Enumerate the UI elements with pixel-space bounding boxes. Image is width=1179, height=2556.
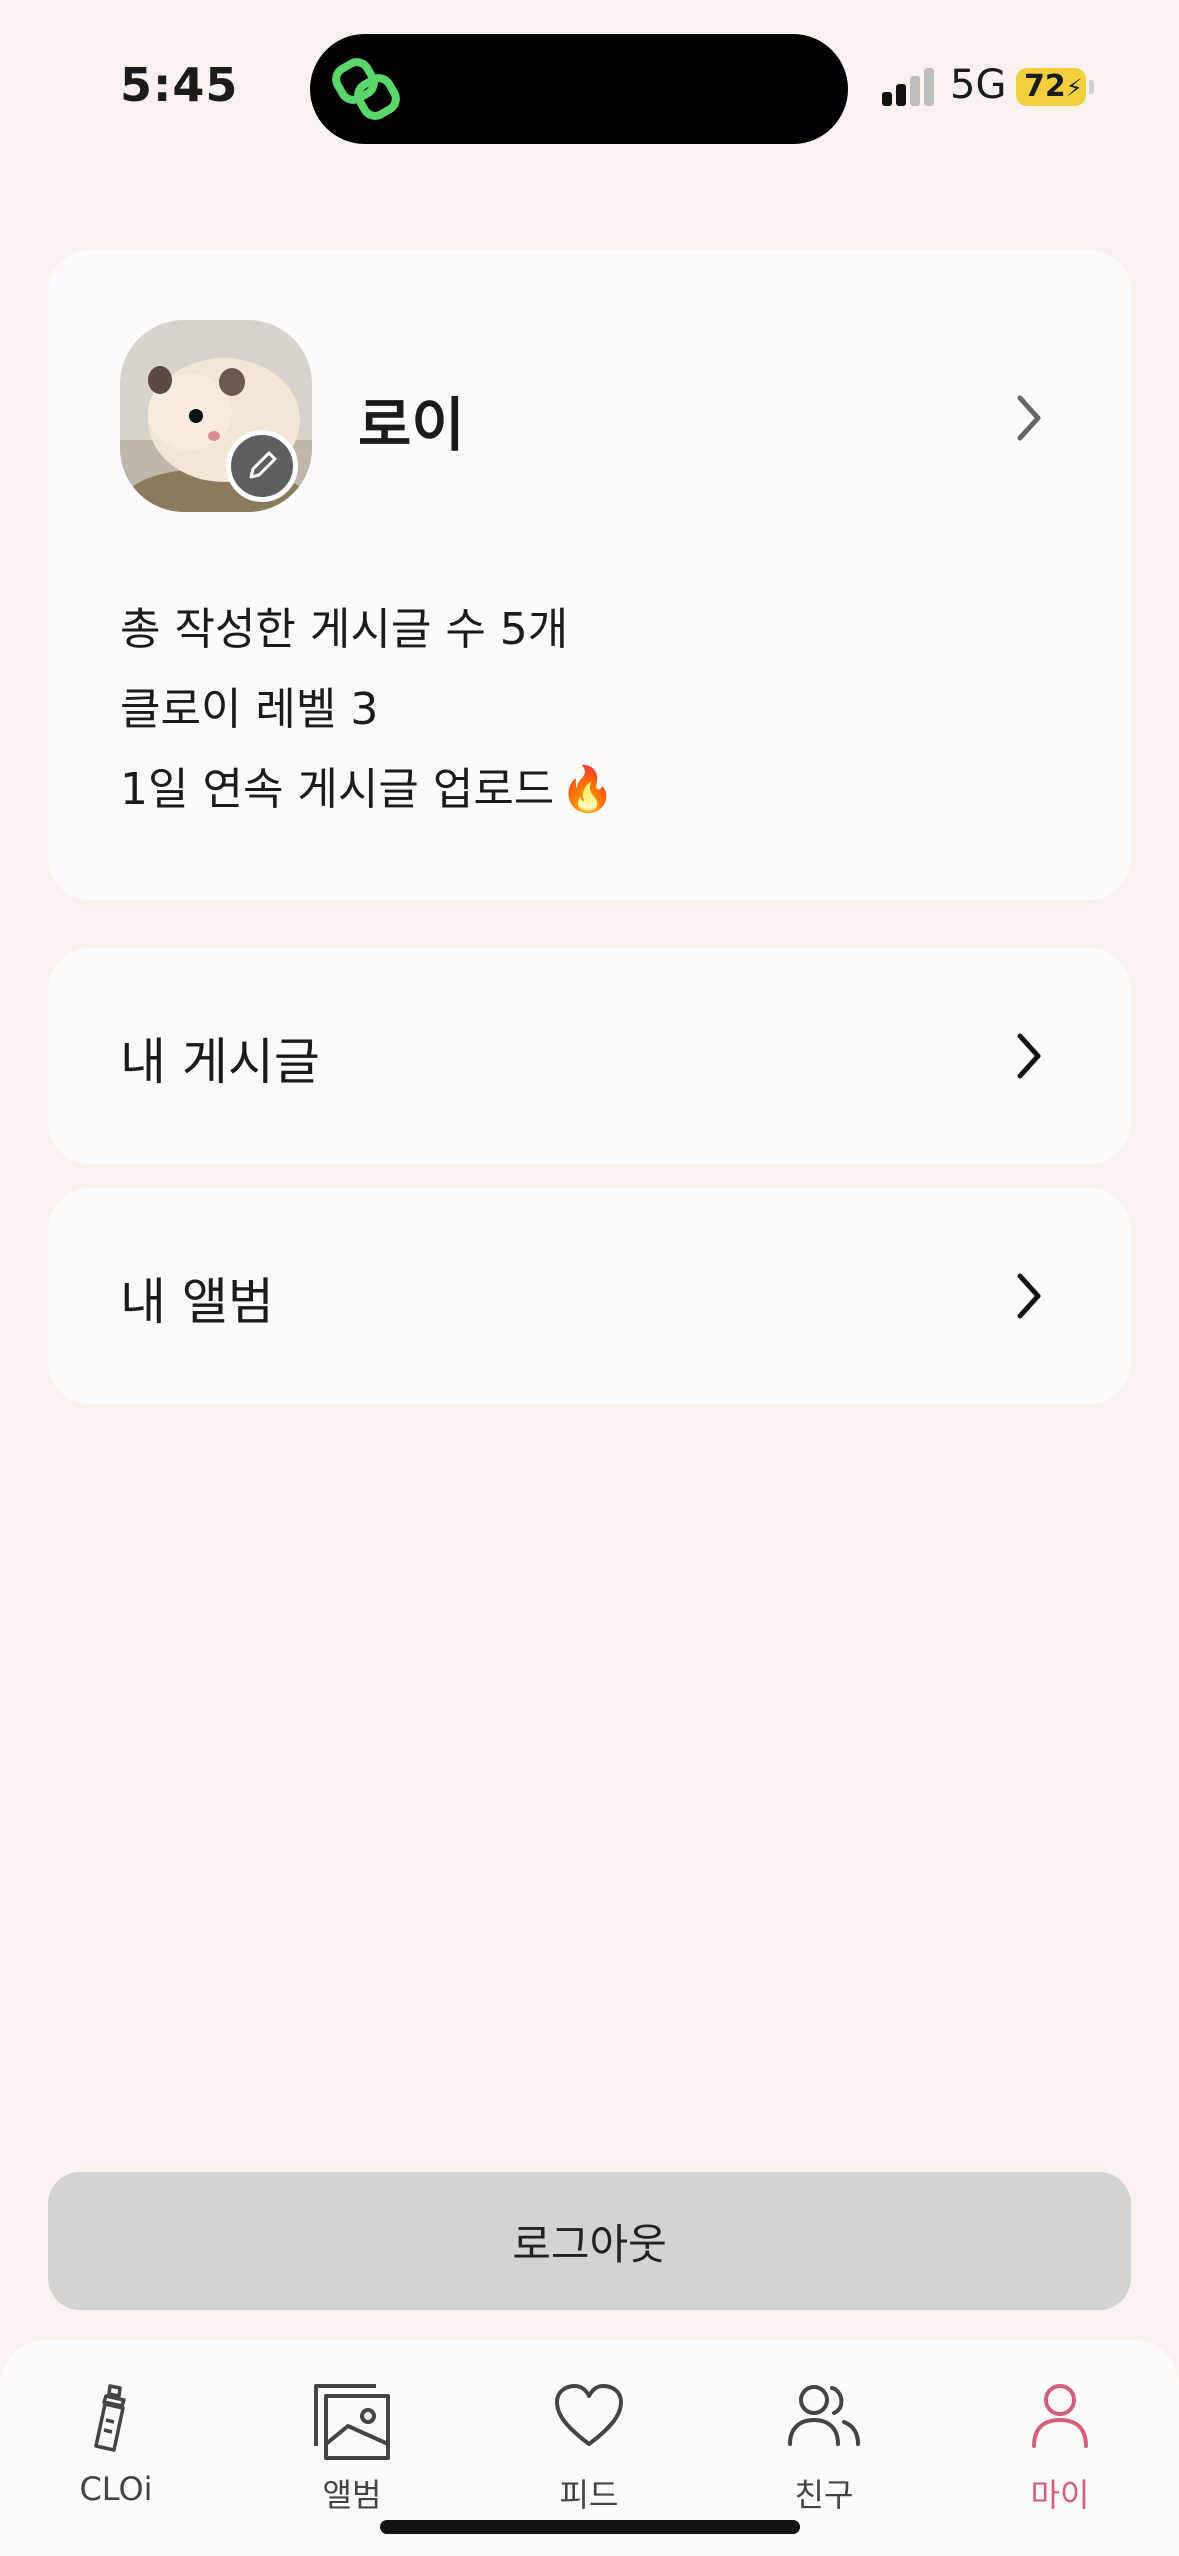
tab-cloi[interactable]: CLOi: [26, 2340, 206, 2556]
album-icon: [314, 2384, 390, 2460]
tab-label: 마이: [1030, 2476, 1090, 2514]
battery-charging-icon: 72⚡: [1016, 68, 1086, 106]
pencil-icon: [249, 451, 277, 479]
edit-avatar-button[interactable]: [226, 430, 298, 502]
battery-tip: [1089, 80, 1094, 94]
tab-label: CLOi: [79, 2470, 153, 2508]
bolt-glyph: ⚡: [1065, 74, 1083, 102]
profile-stats: 총 작성한 게시글 수 5개 클로이 레벨 3 1일 연속 게시글 업로드 🔥: [120, 590, 615, 830]
chevron-right-icon[interactable]: [1008, 390, 1048, 446]
profile-name: 로이: [358, 391, 465, 459]
my-album-label: 내 앨범: [120, 1273, 274, 1331]
total-posts-stat: 총 작성한 게시글 수 5개: [120, 604, 569, 655]
signal-icon: [882, 66, 936, 106]
status-time: 5:45: [120, 58, 239, 112]
heart-icon: [555, 2384, 623, 2446]
my-posts-label: 내 게시글: [120, 1033, 320, 1091]
my-album-menu-item[interactable]: 내 앨범: [48, 1188, 1131, 1404]
streak-text: 1일 연속 게시글 업로드: [120, 764, 555, 815]
friends-icon: [788, 2385, 860, 2446]
my-posts-menu-item[interactable]: 내 게시글: [48, 948, 1131, 1164]
person-icon: [1032, 2384, 1088, 2448]
tab-label: 앨범: [322, 2476, 382, 2514]
chevron-right-icon: [1017, 1273, 1041, 1319]
tab-label: 피드: [559, 2476, 619, 2514]
dynamic-island: [310, 34, 848, 144]
streak-stat: 1일 연속 게시글 업로드 🔥: [120, 750, 615, 830]
fire-icon: 🔥: [560, 764, 616, 815]
app-link-logo-icon: [332, 58, 400, 120]
baby-bottle-icon: [94, 2384, 126, 2452]
tab-label: 친구: [794, 2476, 854, 2514]
tab-my[interactable]: 마이: [970, 2340, 1150, 2556]
battery-level: 72: [1024, 69, 1066, 104]
level-stat: 클로이 레벨 3: [120, 684, 379, 735]
logout-button[interactable]: 로그아웃: [48, 2172, 1131, 2310]
home-indicator: [380, 2520, 800, 2534]
profile-card[interactable]: 로이 총 작성한 게시글 수 5개 클로이 레벨 3 1일 연속 게시글 업로드…: [48, 250, 1131, 900]
chevron-right-icon: [1017, 1033, 1041, 1079]
network-type: 5G: [950, 62, 1007, 108]
